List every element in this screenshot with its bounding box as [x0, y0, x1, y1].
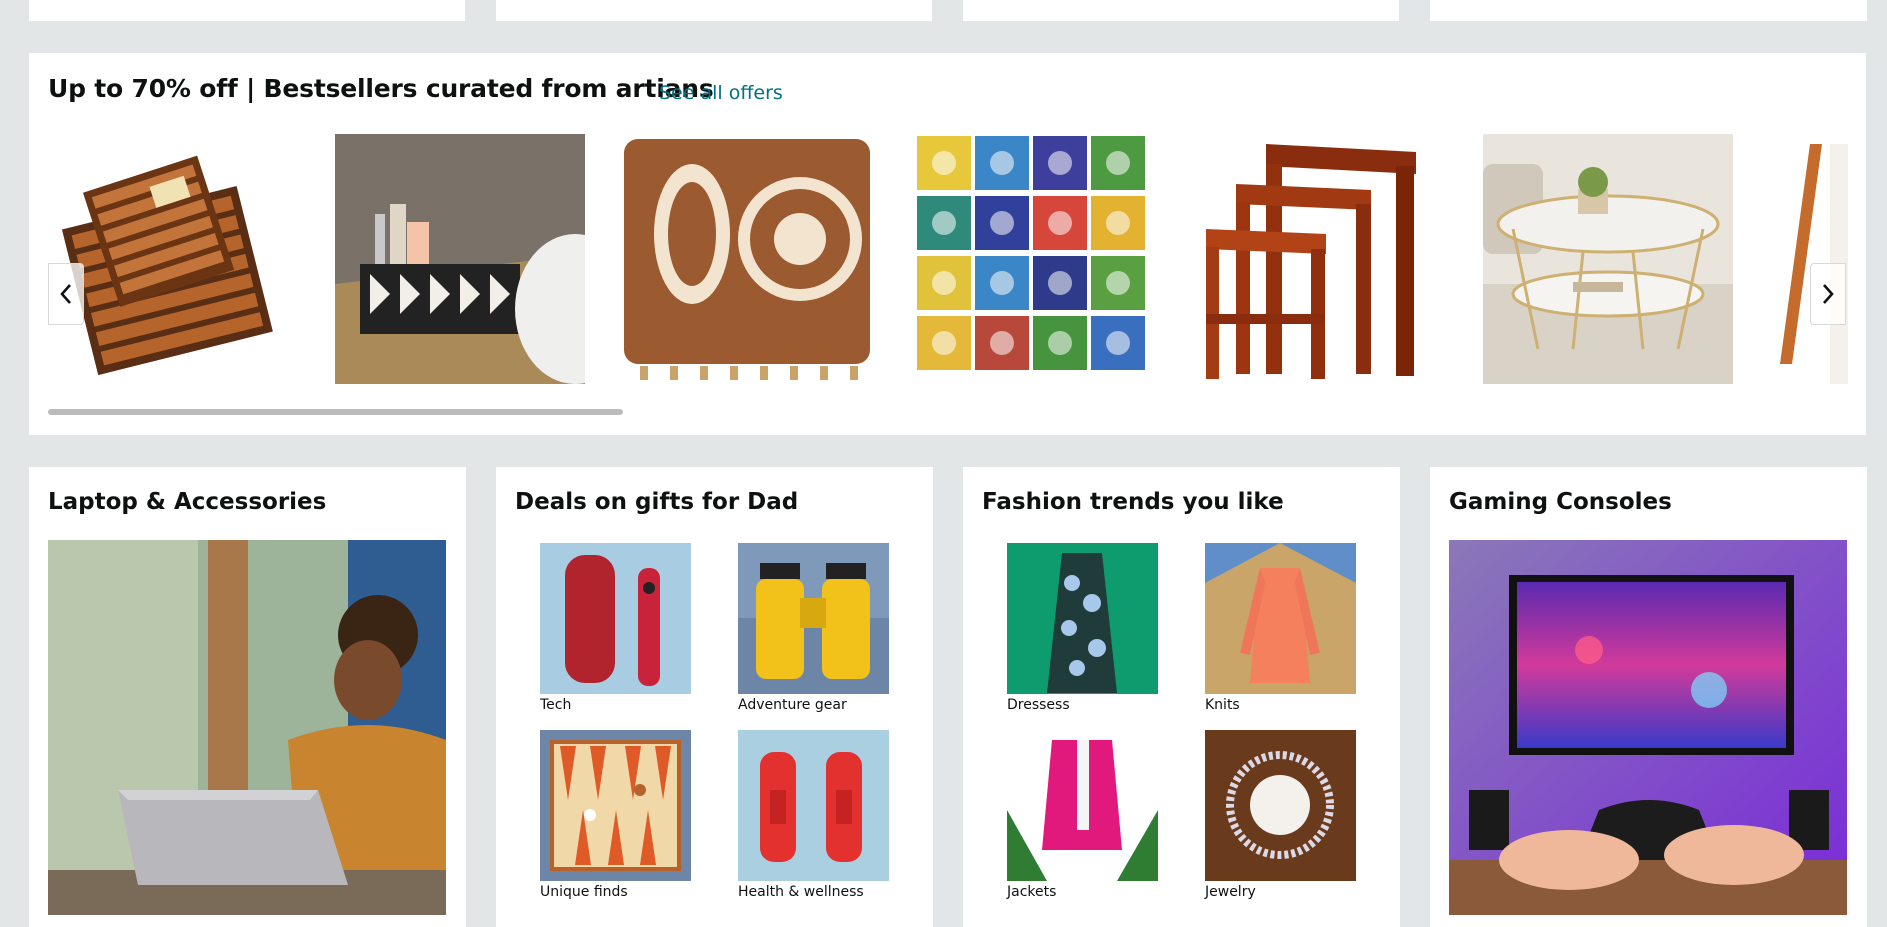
fashion-item-label: Jewelry: [1205, 884, 1256, 900]
fashion-item-jewelry[interactable]: Jewelry: [1205, 730, 1356, 900]
gaming-consoles-card: Gaming Consoles: [1430, 467, 1867, 927]
wooden-trays-image[interactable]: [48, 134, 298, 384]
fashion-item-dresses[interactable]: Dressess: [1007, 543, 1158, 713]
top-card-3: [963, 0, 1399, 21]
dad-item-unique-finds[interactable]: Unique finds: [540, 730, 691, 900]
dad-item-label: Tech: [540, 697, 572, 713]
dad-item-label: Adventure gear: [738, 697, 847, 713]
dad-item-label: Unique finds: [540, 884, 628, 900]
wooden-frame-image[interactable]: [1770, 134, 1848, 384]
top-card-2: [496, 0, 932, 21]
fashion-item-label: Knits: [1205, 697, 1240, 713]
speaker-remote-image: [540, 543, 691, 694]
dad-card-title: Deals on gifts for Dad: [515, 489, 799, 515]
fashion-card-title: Fashion trends you like: [982, 489, 1284, 515]
nesting-tables-image[interactable]: [1196, 134, 1446, 384]
dad-item-tech[interactable]: Tech: [540, 543, 691, 713]
fashion-trends-card: Fashion trends you like Dressess Knits J…: [963, 467, 1400, 927]
dress-image: [1007, 543, 1158, 694]
carousel-track: [48, 134, 1848, 386]
dad-item-health-wellness[interactable]: Health & wellness: [738, 730, 889, 900]
carousel-next-button[interactable]: [1810, 263, 1846, 325]
binoculars-image: [738, 543, 889, 694]
gifts-for-dad-card: Deals on gifts for Dad Tech Adventure ge…: [496, 467, 933, 927]
fashion-item-knits[interactable]: Knits: [1205, 543, 1356, 713]
coffee-table-image[interactable]: [1483, 134, 1733, 384]
see-all-offers-link[interactable]: See all offers: [659, 82, 783, 104]
gaming-card-title: Gaming Consoles: [1449, 489, 1672, 515]
dad-item-label: Health & wellness: [738, 884, 864, 900]
backgammon-image: [540, 730, 691, 881]
laptop-card-title: Laptop & Accessories: [48, 489, 327, 515]
laptop-accessories-card: Laptop & Accessories: [29, 467, 466, 927]
bestsellers-carousel: Up to 70% off | Bestsellers curated from…: [29, 53, 1866, 435]
carousel-prev-button[interactable]: [48, 263, 84, 325]
chevron-right-icon: [1820, 282, 1836, 306]
woman-with-laptop-image[interactable]: [48, 540, 446, 915]
top-card-4: [1430, 0, 1867, 21]
chevron-left-icon: [58, 282, 74, 306]
gaming-console-image[interactable]: [1449, 540, 1847, 915]
carousel-scrollbar[interactable]: [48, 409, 1845, 415]
knit-cardigan-image: [1205, 543, 1356, 694]
dad-item-adventure-gear[interactable]: Adventure gear: [738, 543, 889, 713]
carousel-scrollbar-thumb[interactable]: [48, 409, 623, 415]
necklace-image: [1205, 730, 1356, 881]
fashion-item-label: Jackets: [1007, 884, 1057, 900]
pink-jacket-image: [1007, 730, 1158, 881]
fashion-item-jackets[interactable]: Jackets: [1007, 730, 1158, 900]
fashion-item-label: Dressess: [1007, 697, 1070, 713]
woven-basket-image[interactable]: [335, 134, 585, 384]
carousel-title: Up to 70% off | Bestsellers curated from…: [48, 74, 714, 103]
dumbbells-image: [738, 730, 889, 881]
top-card-1: [29, 0, 465, 21]
ganesha-key-holder-image[interactable]: [622, 134, 872, 384]
ceramic-tiles-image[interactable]: [909, 134, 1159, 384]
